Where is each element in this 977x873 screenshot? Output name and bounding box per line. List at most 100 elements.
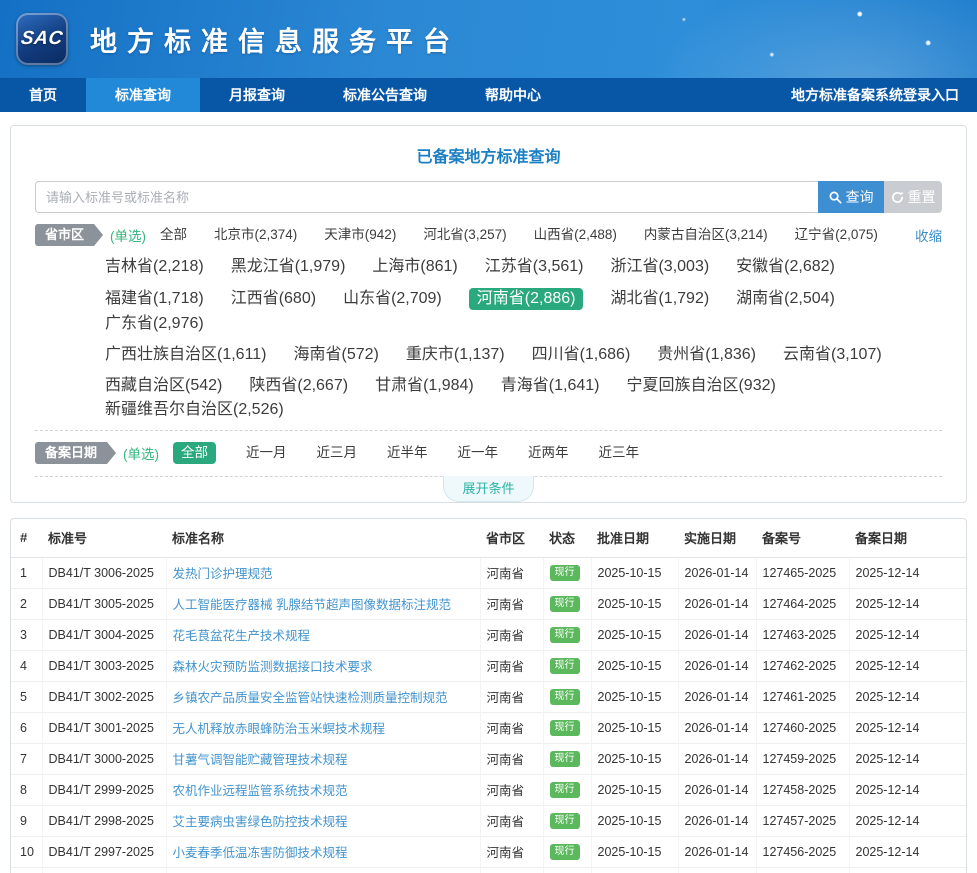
province-option[interactable]: 江西省(680) bbox=[231, 289, 316, 309]
province-option[interactable]: 陕西省(2,667) bbox=[249, 376, 348, 396]
row-index: 5 bbox=[11, 681, 42, 712]
standard-name-link[interactable]: 甘薯气调智能贮藏管理技术规程 bbox=[173, 753, 348, 767]
standard-name-link[interactable]: 小麦春季低温冻害防御技术规程 bbox=[173, 846, 348, 860]
record-date-cell: 2025-12-14 bbox=[849, 774, 966, 805]
region-cell: 河南省 bbox=[480, 588, 543, 619]
standard-name-link[interactable]: 无人机释放赤眼蜂防治玉米螟技术规程 bbox=[173, 722, 386, 736]
province-option[interactable]: 甘肃省(1,984) bbox=[375, 376, 474, 396]
province-option[interactable]: 四川省(1,686) bbox=[532, 345, 631, 365]
province-option[interactable]: 湖北省(1,792) bbox=[610, 289, 709, 309]
col-impl-date: 实施日期 bbox=[678, 519, 756, 557]
province-option[interactable]: 广东省(2,976) bbox=[105, 314, 204, 334]
province-option[interactable]: 安徽省(2,682) bbox=[736, 257, 835, 277]
province-option[interactable]: 全部 bbox=[160, 225, 187, 245]
date-option[interactable]: 全部 bbox=[173, 442, 216, 464]
province-option[interactable]: 重庆市(1,137) bbox=[406, 345, 505, 365]
province-option[interactable]: 浙江省(3,003) bbox=[610, 257, 709, 277]
date-option[interactable]: 近三年 bbox=[599, 443, 640, 463]
record-date-cell: 2025-12-14 bbox=[849, 557, 966, 588]
standard-name-link[interactable]: 乡镇农产品质量安全监管站快速检测质量控制规范 bbox=[173, 691, 448, 705]
region-cell: 河南省 bbox=[480, 805, 543, 836]
approve-date-cell: 2025-10-15 bbox=[591, 836, 678, 867]
province-options-row-3: 福建省(1,718) 江西省(680) 山东省(2,709) 河南省(2,886) 湖北… bbox=[105, 288, 942, 334]
nav-item[interactable]: 首页 bbox=[0, 78, 86, 112]
record-date-cell: 2025-12-14 bbox=[849, 681, 966, 712]
nav-item[interactable]: 月报查询 bbox=[200, 78, 314, 112]
date-option[interactable]: 近一年 bbox=[458, 443, 499, 463]
province-option[interactable]: 山西省(2,488) bbox=[534, 225, 617, 245]
province-option[interactable]: 山东省(2,709) bbox=[343, 289, 442, 309]
province-option[interactable]: 广西壮族自治区(1,611) bbox=[105, 345, 267, 365]
status-badge: 现行 bbox=[550, 596, 580, 612]
query-button[interactable]: 查询 bbox=[818, 181, 884, 213]
province-option[interactable]: 新疆维吾尔自治区(2,526) bbox=[105, 400, 284, 420]
nav-item[interactable]: 帮助中心 bbox=[456, 78, 570, 112]
province-option[interactable]: 青海省(1,641) bbox=[501, 376, 600, 396]
row-index: 7 bbox=[11, 743, 42, 774]
province-option[interactable]: 湖南省(2,504) bbox=[736, 289, 835, 309]
province-option[interactable]: 江苏省(3,561) bbox=[485, 257, 584, 277]
date-mode-label: (单选) bbox=[123, 443, 159, 463]
col-index: # bbox=[11, 519, 42, 557]
standard-code: DB41/T 3003-2025 bbox=[42, 650, 166, 681]
province-option[interactable]: 宁夏回族自治区(932) bbox=[626, 376, 775, 396]
province-option[interactable]: 云南省(3,107) bbox=[783, 345, 882, 365]
impl-date-cell: 2026-01-14 bbox=[678, 774, 756, 805]
province-option[interactable]: 吉林省(2,218) bbox=[105, 257, 204, 277]
impl-date-cell: 2026-01-14 bbox=[678, 805, 756, 836]
province-option[interactable]: 上海市(861) bbox=[372, 257, 457, 277]
status-badge: 现行 bbox=[550, 751, 580, 767]
col-standard-code: 标准号 bbox=[42, 519, 166, 557]
row-index: 9 bbox=[11, 805, 42, 836]
province-option[interactable]: 河北省(3,257) bbox=[423, 225, 506, 245]
date-option[interactable]: 近一月 bbox=[246, 443, 287, 463]
standard-code: DB41/T 3002-2025 bbox=[42, 681, 166, 712]
standard-name-link[interactable]: 发热门诊护理规范 bbox=[173, 567, 273, 581]
province-option[interactable]: 西藏自治区(542) bbox=[105, 376, 222, 396]
row-index: 1 bbox=[11, 557, 42, 588]
record-no-cell: 127461-2025 bbox=[756, 681, 849, 712]
filter-divider bbox=[35, 430, 942, 431]
province-options-row-1: 全部 北京市(2,374) 天津市(942) 河北省(3,257) 山西省(2,488)… bbox=[160, 225, 878, 245]
province-option[interactable]: 天津市(942) bbox=[324, 225, 396, 245]
filing-system-login-link[interactable]: 地方标准备案系统登录入口 bbox=[791, 78, 959, 112]
row-index: 10 bbox=[11, 836, 42, 867]
impl-date-cell: 2026-01-14 bbox=[678, 681, 756, 712]
province-option[interactable]: 辽宁省(2,075) bbox=[795, 225, 878, 245]
date-option[interactable]: 近三月 bbox=[317, 443, 358, 463]
table-row: 1 DB41/T 3006-2025 发热门诊护理规范 河南省 现行 2025-… bbox=[11, 557, 966, 588]
search-input[interactable] bbox=[35, 181, 818, 213]
status-badge: 现行 bbox=[550, 627, 580, 643]
status-badge: 现行 bbox=[550, 844, 580, 860]
date-option[interactable]: 近两年 bbox=[528, 443, 569, 463]
province-option[interactable]: 海南省(572) bbox=[294, 345, 379, 365]
collapse-link[interactable]: 收缩 bbox=[915, 225, 942, 245]
date-option[interactable]: 近半年 bbox=[387, 443, 428, 463]
nav-item[interactable]: 标准查询 bbox=[86, 78, 200, 112]
impl-date-cell: 2026-01-14 bbox=[678, 836, 756, 867]
row-index: 4 bbox=[11, 650, 42, 681]
reset-button[interactable]: 重置 bbox=[884, 181, 942, 213]
province-option[interactable]: 河南省(2,886) bbox=[469, 288, 584, 310]
standard-name-link[interactable]: 农机作业远程监管系统技术规范 bbox=[173, 784, 348, 798]
province-option[interactable]: 内蒙古自治区(3,214) bbox=[644, 225, 768, 245]
province-option[interactable]: 黑龙江省(1,979) bbox=[231, 257, 346, 277]
main-nav: 首页 标准查询 月报查询 标准公告查询 帮助中心 地方标准备案系统登录入口 bbox=[0, 78, 977, 112]
approve-date-cell: 2025-10-15 bbox=[591, 588, 678, 619]
standard-name-link[interactable]: 艾主要病虫害绿色防控技术规程 bbox=[173, 815, 348, 829]
impl-date-cell: 2026-01-14 bbox=[678, 557, 756, 588]
standard-name-link[interactable]: 花毛茛盆花生产技术规程 bbox=[173, 629, 311, 643]
province-option[interactable]: 贵州省(1,836) bbox=[657, 345, 756, 365]
province-option[interactable]: 福建省(1,718) bbox=[105, 289, 204, 309]
table-row: 10 DB41/T 2997-2025 小麦春季低温冻害防御技术规程 河南省 现… bbox=[11, 836, 966, 867]
nav-item[interactable]: 标准公告查询 bbox=[314, 78, 456, 112]
status-badge: 现行 bbox=[550, 689, 580, 705]
standard-name-link[interactable]: 森林火灾预防监测数据接口技术要求 bbox=[173, 660, 373, 674]
expand-conditions-button[interactable]: 展开条件 bbox=[443, 476, 533, 502]
sac-logo: SAC bbox=[16, 13, 68, 65]
province-option[interactable]: 北京市(2,374) bbox=[214, 225, 297, 245]
approve-date-cell: 2025-10-15 bbox=[591, 681, 678, 712]
query-button-label: 查询 bbox=[846, 187, 874, 207]
region-cell: 河南省 bbox=[480, 619, 543, 650]
standard-name-link[interactable]: 人工智能医疗器械 乳腺结节超声图像数据标注规范 bbox=[173, 598, 451, 612]
